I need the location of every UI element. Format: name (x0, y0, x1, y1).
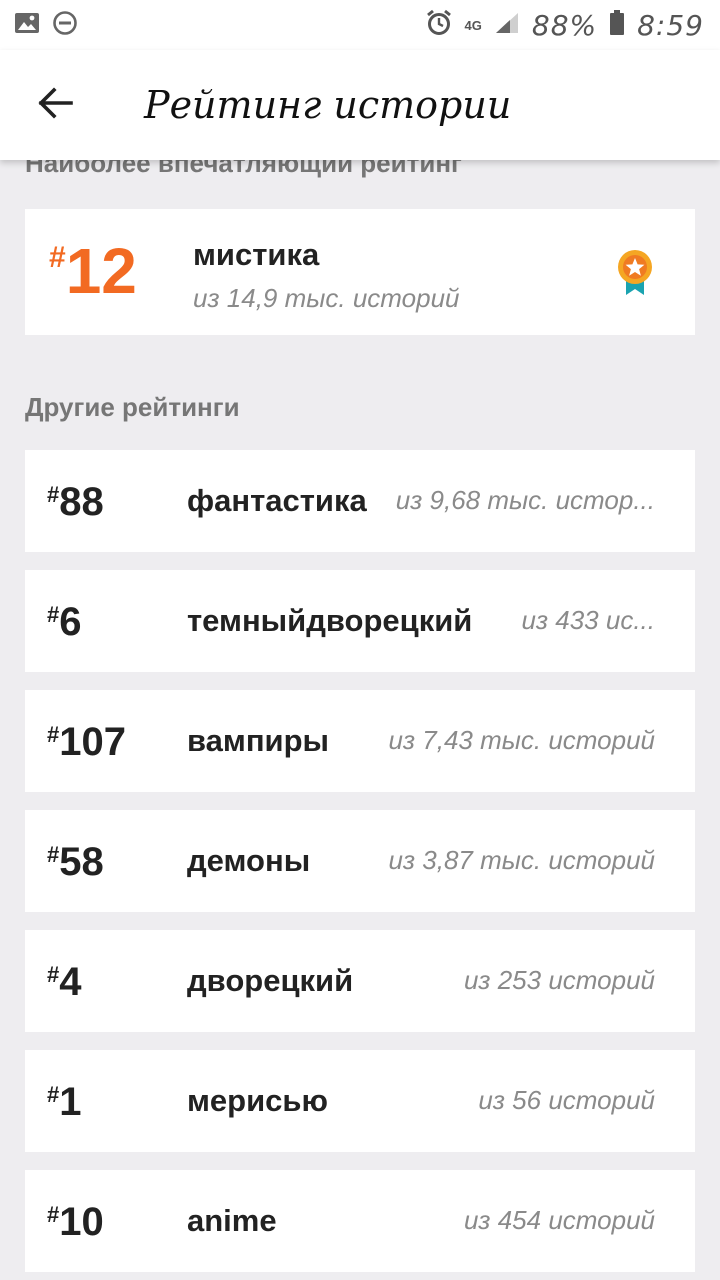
story-count: из 9,68 тыс. истор... (395, 485, 655, 515)
rank-hash: # (47, 1202, 60, 1227)
rank-hash: # (47, 482, 60, 507)
rank: #1 (47, 1080, 82, 1124)
story-count: из 56 историй (478, 1085, 655, 1115)
image-icon (14, 11, 40, 40)
top-ranking-card[interactable]: #12 мистика из 14,9 тыс. историй (25, 209, 695, 335)
top-tag: мистика (193, 237, 320, 272)
rank: #6 (47, 600, 82, 644)
arrow-back-icon (37, 86, 73, 124)
rank-number: 12 (65, 235, 137, 307)
rank-hash: # (49, 241, 66, 274)
rank-number: 107 (59, 720, 126, 764)
rank-hash: # (47, 602, 60, 627)
do-not-disturb-icon (52, 10, 78, 41)
rank: #107 (47, 720, 126, 764)
rank-number: 4 (59, 960, 82, 1004)
status-left (14, 10, 78, 41)
story-count: из 7,43 тыс. историй (388, 725, 656, 755)
tag-name: вампиры (187, 723, 330, 758)
network-type: 4G (464, 17, 482, 33)
clock: 8:59 (637, 8, 704, 42)
battery-percent: 88% (531, 8, 598, 42)
top-rank: #12 (49, 239, 137, 303)
app-bar: Рейтинг истории (0, 50, 720, 160)
tag-name: темныйдворецкий (187, 603, 473, 638)
alarm-icon (425, 9, 453, 42)
ranking-list[interactable]: Наиболее впечатляющий рейтинг #12 мистик… (0, 160, 720, 1280)
rank-number: 88 (59, 480, 104, 524)
ranking-row[interactable]: #4 дворецкий из 253 историй (25, 930, 695, 1032)
ranking-row[interactable]: #10 anime из 454 историй (25, 1170, 695, 1272)
rank-number: 58 (59, 840, 104, 884)
status-bar: 4G 88% 8:59 (0, 0, 720, 50)
ranking-row[interactable]: #107 вампиры из 7,43 тыс. историй (25, 690, 695, 792)
story-count: из 433 ис... (521, 605, 655, 635)
signal-icon (494, 11, 520, 40)
rank: #88 (47, 480, 104, 524)
medal-icon (617, 249, 653, 302)
status-right: 4G 88% 8:59 (425, 9, 704, 42)
story-count: из 454 историй (463, 1205, 655, 1235)
tag-name: дворецкий (187, 963, 354, 998)
rank-hash: # (47, 842, 60, 867)
page-title: Рейтинг истории (144, 83, 512, 127)
ranking-row[interactable]: #58 демоны из 3,87 тыс. историй (25, 810, 695, 912)
rank: #4 (47, 960, 82, 1004)
tag-name: мерисью (187, 1083, 328, 1118)
rank-hash: # (47, 962, 60, 987)
top-ranking-heading: Наиболее впечатляющий рейтинг (25, 160, 462, 178)
battery-icon (609, 9, 625, 41)
rank-hash: # (47, 1082, 60, 1107)
tag-name: anime (187, 1203, 277, 1238)
tag-name: фантастика (187, 483, 367, 518)
rank-hash: # (47, 722, 60, 747)
top-count: из 14,9 тыс. историй (193, 283, 460, 313)
rank-number: 10 (59, 1200, 104, 1244)
ranking-row[interactable]: #6 темныйдворецкий из 433 ис... (25, 570, 695, 672)
rank: #58 (47, 840, 104, 884)
tag-name: демоны (187, 843, 311, 878)
rank-number: 6 (59, 600, 82, 644)
ranking-row[interactable]: #88 фантастика из 9,68 тыс. истор... (25, 450, 695, 552)
rank: #10 (47, 1200, 104, 1244)
ranking-row[interactable]: #1 мерисью из 56 историй (25, 1050, 695, 1152)
story-count: из 3,87 тыс. историй (388, 845, 656, 875)
story-count: из 253 историй (463, 965, 655, 995)
back-button[interactable] (0, 50, 110, 160)
rank-number: 1 (59, 1080, 82, 1124)
other-rankings-heading: Другие рейтинги (25, 392, 240, 422)
